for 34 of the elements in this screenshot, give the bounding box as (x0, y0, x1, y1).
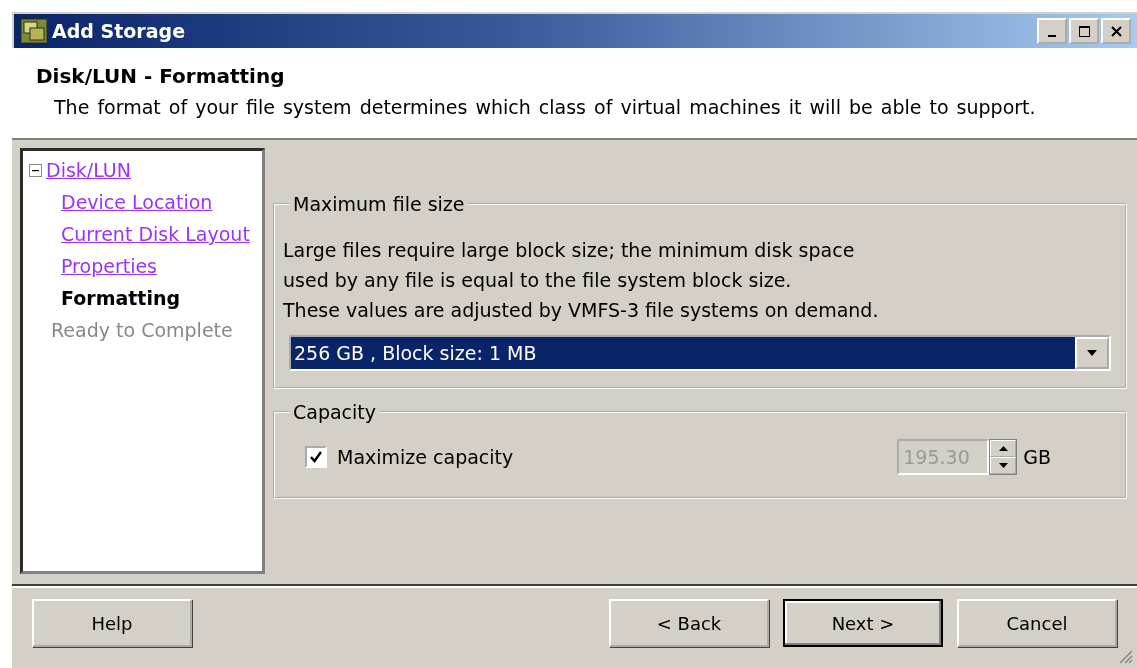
page-description: The format of your file system determines which class of virtual machines it will be able to support. (53, 96, 1037, 118)
step-label: Ready to Complete (51, 319, 233, 341)
close-button[interactable] (1101, 18, 1131, 44)
spinner-control[interactable] (989, 439, 1018, 475)
block-size-dropdown[interactable]: 256 GB , Block size: 1 MB (289, 335, 1111, 371)
collapse-icon[interactable] (29, 163, 42, 177)
window-title: Add Storage (52, 20, 186, 42)
block-size-explanation: Large files require large block size; the minimum disk space used by any file is equal to the file system block size. These values are adjusted by VMFS-3 file systems on demand. (283, 238, 880, 323)
wizard-button[interactable]: < Back (609, 599, 769, 647)
current-step: Formatting (61, 287, 181, 309)
up-arrow-icon (998, 446, 1008, 451)
step-link[interactable]: Device Location (61, 191, 213, 213)
close-icon (1110, 25, 1122, 37)
minimize-button[interactable] (1037, 18, 1067, 44)
resize-grip-icon[interactable] (1117, 648, 1133, 664)
maximize-button[interactable] (1069, 18, 1099, 44)
group-legend: Maximum file size (289, 193, 469, 215)
unit-label: GB (1023, 446, 1051, 468)
dropdown-arrow-icon (1086, 349, 1098, 357)
group-legend: Capacity (289, 401, 381, 423)
checkbox-label: Maximize capacity (337, 446, 514, 468)
checkbox[interactable] (305, 446, 327, 468)
help-button[interactable]: Help (32, 599, 192, 647)
minimize-icon (1048, 35, 1056, 37)
checkmark-icon (308, 449, 324, 465)
cancel-button[interactable]: Cancel (957, 599, 1117, 647)
step-link[interactable]: Disk/LUN (46, 159, 131, 181)
wizard-button[interactable]: Next > (783, 599, 943, 647)
app-icon (20, 18, 48, 44)
page-title: Disk/LUN - Formatting (36, 64, 286, 88)
step-link[interactable]: Current Disk Layout (61, 223, 250, 245)
down-arrow-icon (998, 463, 1008, 468)
step-link[interactable]: Properties (61, 255, 158, 277)
maximize-icon (1078, 25, 1090, 37)
